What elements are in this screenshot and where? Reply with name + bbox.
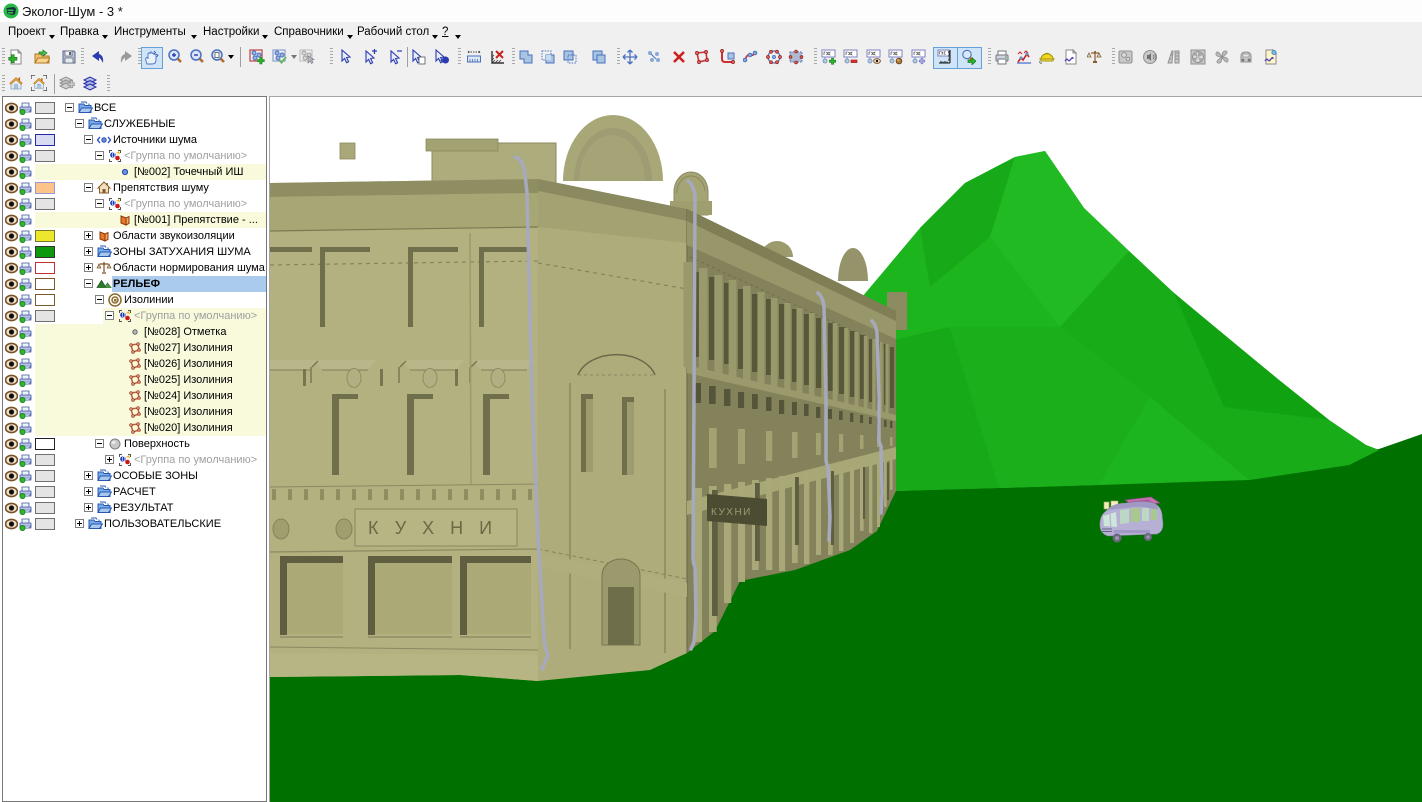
svg-text:0: 0 (112, 201, 116, 208)
svg-text:КУХНИ: КУХНИ (711, 507, 752, 518)
svg-text:0: 0 (122, 313, 126, 320)
svg-text:0: 0 (122, 457, 126, 464)
svg-text:КУХНИ: КУХНИ (368, 518, 508, 538)
svg-text:0: 0 (112, 153, 116, 160)
